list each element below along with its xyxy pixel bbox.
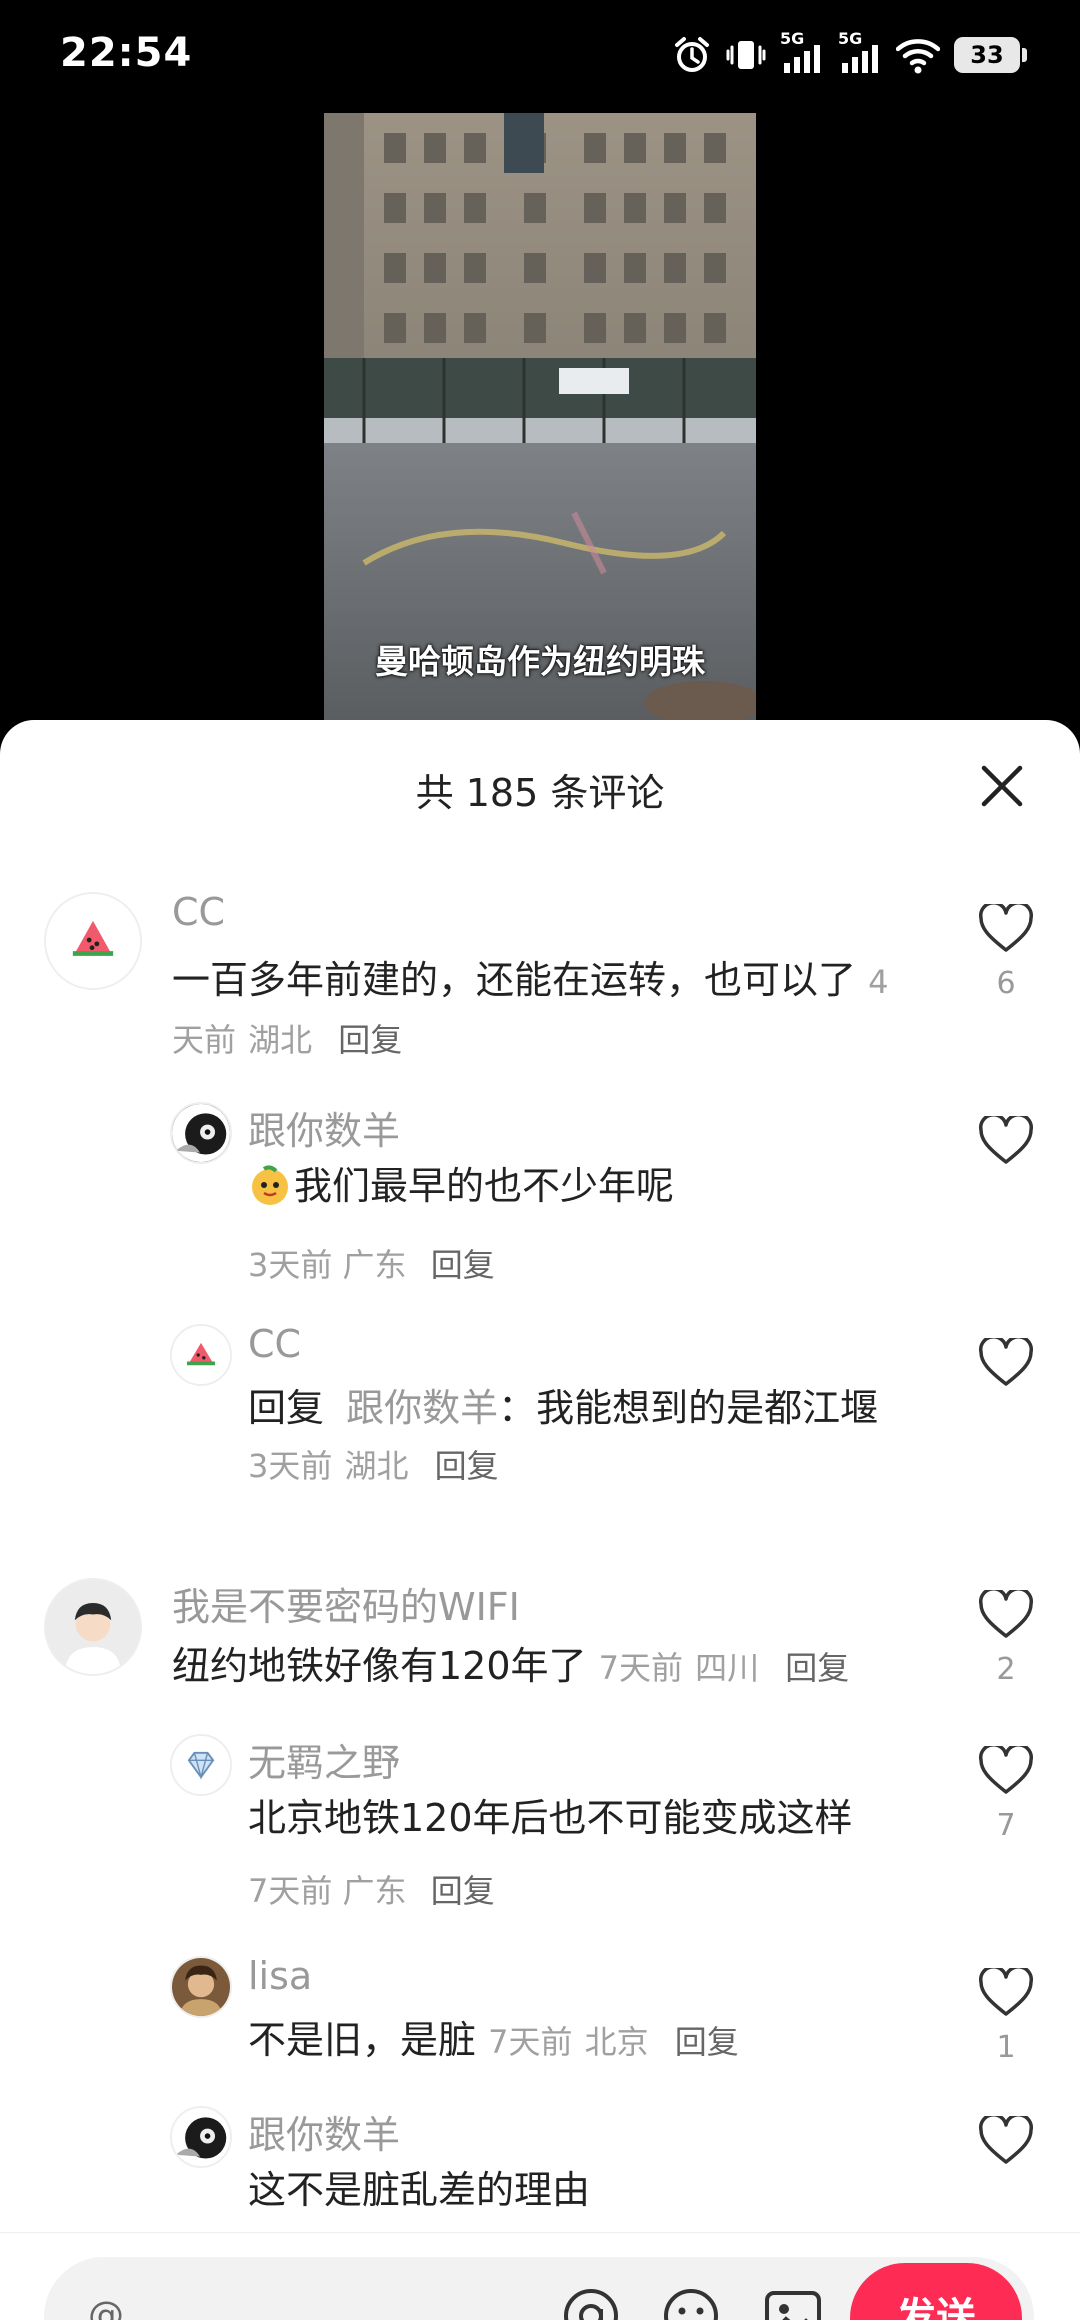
comment-text: 一百多年前建的，还能在运转，也可以了 4天前 湖北 回复 [172,952,892,1068]
heart-icon [979,1746,1033,1794]
avatar[interactable] [44,892,142,990]
like-button[interactable] [976,1116,1036,1166]
diamond-avatar-icon [172,1736,230,1794]
at-icon[interactable] [560,2285,622,2320]
signal-5g-icon: 5G [780,29,824,75]
comments-count-title: 共 185 条评论 [415,771,665,815]
video-player[interactable]: 曼哈顿岛作为纽约明珠 [324,113,756,725]
avatar[interactable] [170,1102,232,1164]
avatar[interactable] [44,1578,142,1676]
like-count: 6 [996,966,1016,1001]
reply-username[interactable]: 无羁之野 [248,1732,400,1787]
reply-time: 3天前 [248,1447,333,1485]
status-icons: 5G 5G 33 [672,29,1027,80]
heart-icon [979,2116,1033,2164]
like-count: 2 [996,1652,1016,1687]
reply-body: 我们最早的也不少年呢 [294,1164,675,1208]
like-button[interactable]: 6 [976,904,1036,1001]
reply-username[interactable]: 跟你数羊 [248,1100,400,1155]
photo-avatar-icon [172,1958,230,2016]
reply-button[interactable]: 回复 [338,1021,402,1059]
reply-button[interactable]: 回复 [431,1246,495,1284]
heart-icon [979,1590,1033,1638]
reply-username[interactable]: lisa [248,1954,312,1998]
like-button[interactable] [976,2116,1036,2166]
send-button[interactable]: 发送 [850,2263,1022,2320]
reply-location: 湖北 [344,1447,409,1485]
close-icon[interactable] [976,760,1028,812]
comment-input-bar: @ 发送 [0,2232,1080,2320]
alarm-icon [672,35,712,75]
screen: 22:54 5G 5G 33 曼哈顿岛作为纽约明珠 共 185 条评论 CC 一… [0,0,1080,2320]
reply-button[interactable]: 回复 [785,1649,849,1687]
reply-text: 北京地铁120年后也不可能变成这样 [248,1790,928,1846]
reply-body: ：我能想到的是都江堰 [498,1386,879,1430]
boy-avatar-icon [46,1580,140,1674]
reply-body: 北京地铁120年后也不可能变成这样 [248,1796,853,1840]
reply-username[interactable]: 跟你数羊 [248,2104,400,2159]
like-button[interactable] [976,1338,1036,1388]
reply-text: 我们最早的也不少年呢 [248,1158,888,1214]
reply-button[interactable]: 回复 [675,2023,739,2061]
reply-meta: 3天前 广东 回复 [248,1240,495,1286]
like-count: 1 [996,2030,1016,2065]
reply-button[interactable]: 回复 [431,1872,495,1910]
reply-time: 7天前 [488,2023,573,2061]
like-button[interactable]: 2 [976,1590,1036,1687]
comment-username[interactable]: 我是不要密码的WIFI [172,1576,520,1631]
comment-text: 纽约地铁好像有120年了 7天前 四川 回复 [172,1638,932,1696]
network-label: 5G [780,29,805,48]
comment-time: 7天前 [598,1649,683,1687]
reply-body: 不是旧，是脏 [248,2018,477,2062]
reply-text: 回复 跟你数羊：我能想到的是都江堰 3天前 湖北 回复 [248,1380,908,1494]
comments-sheet: 共 185 条评论 CC 一百多年前建的，还能在运转，也可以了 4天前 湖北 回… [0,720,1080,2320]
heart-icon [979,904,1033,952]
like-button[interactable]: 7 [976,1746,1036,1843]
heart-icon [979,1338,1033,1386]
reply-time: 3天前 [248,1246,333,1284]
vibrate-icon [726,35,766,75]
video-subtitle: 曼哈顿岛作为纽约明珠 [375,642,705,681]
status-time: 22:54 [60,30,193,76]
reply-button[interactable]: 回复 [435,1447,499,1485]
watermelon-avatar-icon [172,1326,230,1384]
comment-username[interactable]: CC [172,890,225,934]
sheep-avatar-icon [172,2108,230,2166]
comment-location: 四川 [695,1649,760,1687]
like-count: 7 [996,1808,1016,1843]
reply-meta: 7天前 广东 回复 [248,1866,495,1912]
reply-location: 广东 [342,1872,407,1910]
reply-text: 不是旧，是脏 7天前 北京 回复 [248,2012,928,2070]
reply-text: 这不是脏乱差的理由 [248,2162,928,2218]
battery-icon: 33 [954,37,1027,73]
reply-time: 7天前 [248,1872,333,1910]
reply-location: 北京 [584,2023,649,2061]
sheep-avatar-icon [172,1104,230,1162]
reply-body: 这不是脏乱差的理由 [248,2168,591,2212]
reply-username[interactable]: CC [248,1322,301,1366]
watermelon-avatar-icon [46,894,140,988]
heart-icon [979,1968,1033,2016]
mango-emoji-icon [248,1163,292,1207]
avatar[interactable] [170,1956,232,2018]
video-frame-image [324,113,756,725]
image-icon[interactable] [762,2285,824,2320]
comment-location: 湖北 [248,1021,313,1059]
emoji-icon[interactable] [660,2285,722,2320]
like-button[interactable]: 1 [976,1968,1036,2065]
comment-body: 纽约地铁好像有120年了 [172,1644,587,1688]
avatar[interactable] [170,1734,232,1796]
comment-input-placeholder: @ [88,2295,124,2320]
wifi-icon [896,35,940,75]
reply-prefix: 回复 [248,1386,325,1430]
reply-location: 广东 [342,1246,407,1284]
reply-target-user[interactable]: 跟你数羊 [346,1386,498,1430]
heart-icon [979,1116,1033,1164]
comment-body: 一百多年前建的，还能在运转，也可以了 [172,958,857,1002]
network-label: 5G [838,29,863,48]
avatar[interactable] [170,1324,232,1386]
avatar[interactable] [170,2106,232,2168]
signal-5g-icon: 5G [838,29,882,75]
status-bar: 22:54 5G 5G 33 [0,0,1080,110]
